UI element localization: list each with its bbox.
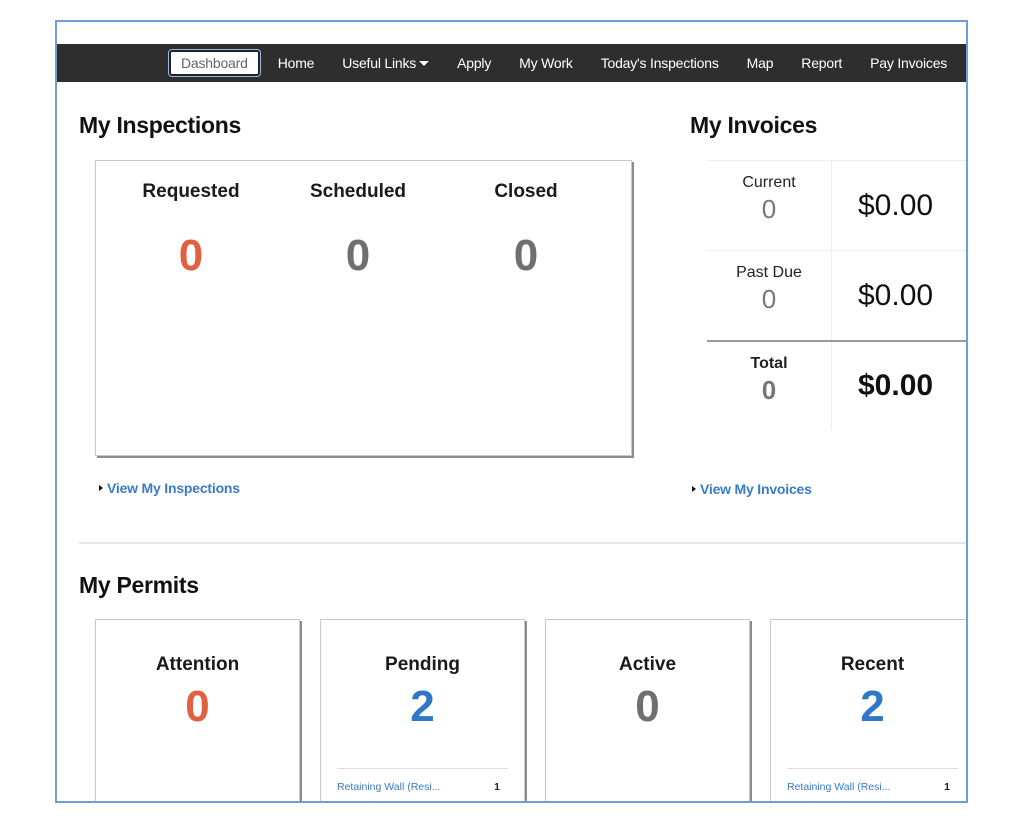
nav-report[interactable]: Report [801,55,842,71]
permit-attention-label: Attention [155,654,240,675]
permit-recent-count: 2 [860,682,885,731]
permit-active-count: 0 [635,682,660,731]
nav-home[interactable]: Home [278,55,315,71]
invoice-row-past-due[interactable]: Past Due 0 $0.00 [707,250,966,340]
nav-useful-links[interactable]: Useful Links [342,55,430,71]
permit-pending-count: 2 [410,682,435,731]
nav-pay-invoices[interactable]: Pay Invoices [870,55,947,71]
view-my-inspections-link[interactable]: View My Inspections [99,480,240,496]
inspections-requested[interactable]: Requested 0 [106,181,276,281]
permit-pending-sub-item-count: 1 [494,781,500,793]
permit-recent-sub-item-count: 1 [944,781,950,793]
closed-count: 0 [513,231,539,280]
closed-label: Closed [494,181,558,202]
caret-down-icon [419,60,430,66]
invoice-total-count: 0 [761,375,777,405]
scheduled-label: Scheduled [309,181,407,202]
permit-card-active[interactable]: Active 0 [545,619,750,801]
my-invoices-title: My Invoices [690,112,818,138]
nav-apply[interactable]: Apply [457,55,491,71]
requested-label: Requested [142,181,240,202]
nav-my-work[interactable]: My Work [519,55,573,71]
nav-todays-inspections[interactable]: Today's Inspections [601,55,719,71]
triangle-right-icon [99,485,103,491]
invoice-current-amount: $0.00 [858,188,934,222]
section-divider [79,542,966,544]
permit-card-attention[interactable]: Attention 0 [95,619,300,801]
view-my-inspections-label: View My Inspections [107,480,240,496]
permit-recent-label: Recent [840,654,905,675]
invoice-row-total: Total 0 $0.00 [707,340,966,430]
scheduled-count: 0 [345,231,371,280]
invoice-past-due-amount: $0.00 [858,278,934,312]
permit-recent-sub-item-link[interactable]: Retaining Wall (Resi... [787,781,890,793]
permit-card-pending[interactable]: Pending 2 Retaining Wall (Resi... 1 [320,619,525,801]
permit-active-label: Active [618,654,677,675]
invoice-current-cell: Current 0 [707,161,832,250]
triangle-right-icon [692,486,696,492]
invoice-past-due-cell: Past Due 0 [707,251,832,340]
top-strip [57,22,966,44]
inspections-closed[interactable]: Closed 0 [441,181,611,281]
invoice-total-cell: Total 0 [707,342,832,430]
invoice-current-label: Current [742,174,796,191]
requested-count: 0 [178,231,204,280]
invoice-current-count: 0 [761,194,777,224]
nav-useful-links-label: Useful Links [342,55,417,71]
view-my-invoices-label: View My Invoices [700,481,812,497]
nav-dashboard[interactable]: Dashboard [169,50,260,76]
my-inspections-title: My Inspections [79,112,241,138]
invoice-row-current[interactable]: Current 0 $0.00 [707,160,966,250]
permit-pending-sub-item-link[interactable]: Retaining Wall (Resi... [337,781,440,793]
my-permits-title: My Permits [79,572,199,598]
browser-frame: Dashboard Home Useful Links Apply My Wor… [55,20,968,803]
inspections-scheduled[interactable]: Scheduled 0 [273,181,443,281]
invoice-total-label: Total [750,355,788,372]
permit-pending-label: Pending [385,654,460,675]
permit-pending-sub-item: Retaining Wall (Resi... 1 [337,768,508,793]
invoice-total-amount: $0.00 [858,369,934,402]
invoice-past-due-count: 0 [761,284,777,314]
permit-recent-sub-item: Retaining Wall (Resi... 1 [787,768,958,793]
nav-map[interactable]: Map [747,55,774,71]
inspections-card: Requested 0 Scheduled 0 Closed 0 [95,160,632,456]
main-navbar: Dashboard Home Useful Links Apply My Wor… [57,44,966,82]
view-my-invoices-link[interactable]: View My Invoices [692,481,812,497]
permit-card-recent[interactable]: Recent 2 Retaining Wall (Resi... 1 [770,619,966,801]
permit-attention-count: 0 [185,682,210,731]
invoice-past-due-label: Past Due [736,264,802,281]
invoices-table: Current 0 $0.00 Past Due 0 $0.00 Total 0… [707,160,966,430]
